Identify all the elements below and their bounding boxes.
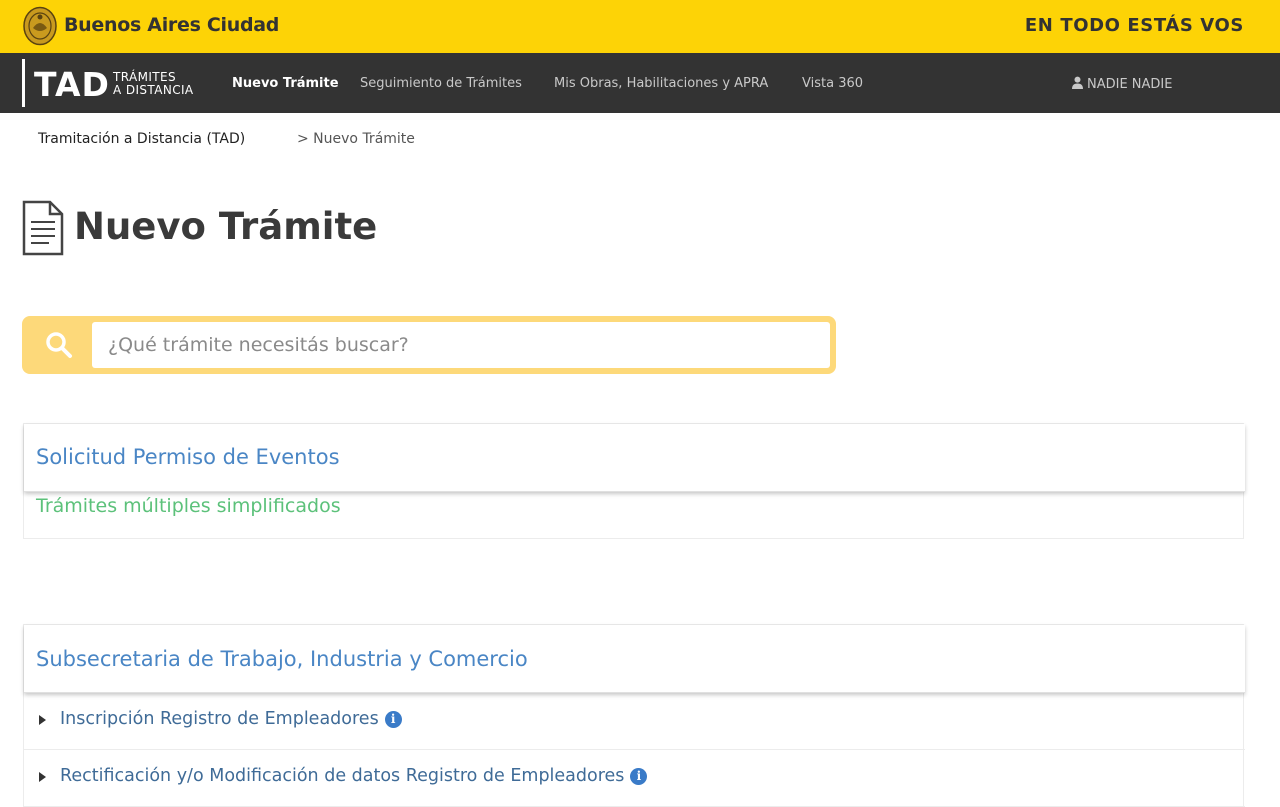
top-bar: Buenos Aires Ciudad EN TODO ESTÁS VOS (0, 0, 1280, 53)
tad-subtitle-line-2: A DISTANCIA (113, 83, 194, 97)
search-box (22, 316, 836, 374)
tad-logo[interactable]: TAD (34, 65, 110, 104)
slogan: EN TODO ESTÁS VOS (1024, 15, 1244, 36)
breadcrumb-home[interactable]: Tramitación a Distancia (TAD) (38, 131, 245, 147)
list-item-text: Rectificación y/o Modificación de datos … (60, 766, 625, 786)
caret-right-icon (39, 715, 46, 725)
list-item-label[interactable]: Inscripción Registro de Empleadores i (60, 709, 402, 729)
card-permiso-eventos: Solicitud Permiso de Eventos Trámites mú… (23, 423, 1245, 539)
list-item[interactable]: Rectificación y/o Modificación de datos … (24, 750, 1245, 807)
info-icon[interactable]: i (384, 711, 402, 728)
city-seal-icon[interactable] (22, 6, 58, 46)
info-icon[interactable]: i (630, 768, 648, 785)
nav-vista-360[interactable]: Vista 360 (802, 76, 863, 91)
card-title[interactable]: Solicitud Permiso de Eventos (36, 445, 340, 469)
main-nav: TAD TRÁMITES A DISTANCIA Nuevo Trámite S… (0, 53, 1280, 113)
user-name: NADIE NADIE (1087, 77, 1173, 92)
list-item-text: Inscripción Registro de Empleadores (60, 709, 379, 729)
tad-logo-subtitle: TRÁMITES A DISTANCIA (113, 71, 194, 97)
logo-divider (22, 59, 25, 107)
nav-seguimiento-tramites[interactable]: Seguimiento de Trámites (360, 76, 522, 91)
list-item-label[interactable]: Rectificación y/o Modificación de datos … (60, 766, 648, 786)
caret-right-icon (39, 772, 46, 782)
nav-mis-obras[interactable]: Mis Obras, Habilitaciones y APRA (554, 76, 768, 91)
list-item[interactable]: Inscripción Registro de Empleadores i (24, 693, 1245, 750)
page-title: Nuevo Trámite (74, 205, 378, 248)
search-icon[interactable] (45, 331, 73, 359)
nav-nuevo-tramite[interactable]: Nuevo Trámite (232, 76, 339, 91)
document-icon (22, 200, 64, 256)
search-input[interactable] (92, 322, 830, 368)
brand-name[interactable]: Buenos Aires Ciudad (64, 14, 279, 36)
card-header[interactable]: Solicitud Permiso de Eventos (24, 424, 1245, 492)
card-header[interactable]: Subsecretaria de Trabajo, Industria y Co… (24, 625, 1245, 693)
user-icon (1072, 76, 1083, 89)
breadcrumb-current: > Nuevo Trámite (297, 131, 415, 147)
user-menu[interactable]: NADIE NADIE (1071, 76, 1172, 92)
card-subsecretaria-trabajo: Subsecretaria de Trabajo, Industria y Co… (23, 624, 1245, 807)
tramites-multiples-link[interactable]: Trámites múltiples simplificados (36, 495, 341, 517)
card-title[interactable]: Subsecretaria de Trabajo, Industria y Co… (36, 647, 528, 671)
